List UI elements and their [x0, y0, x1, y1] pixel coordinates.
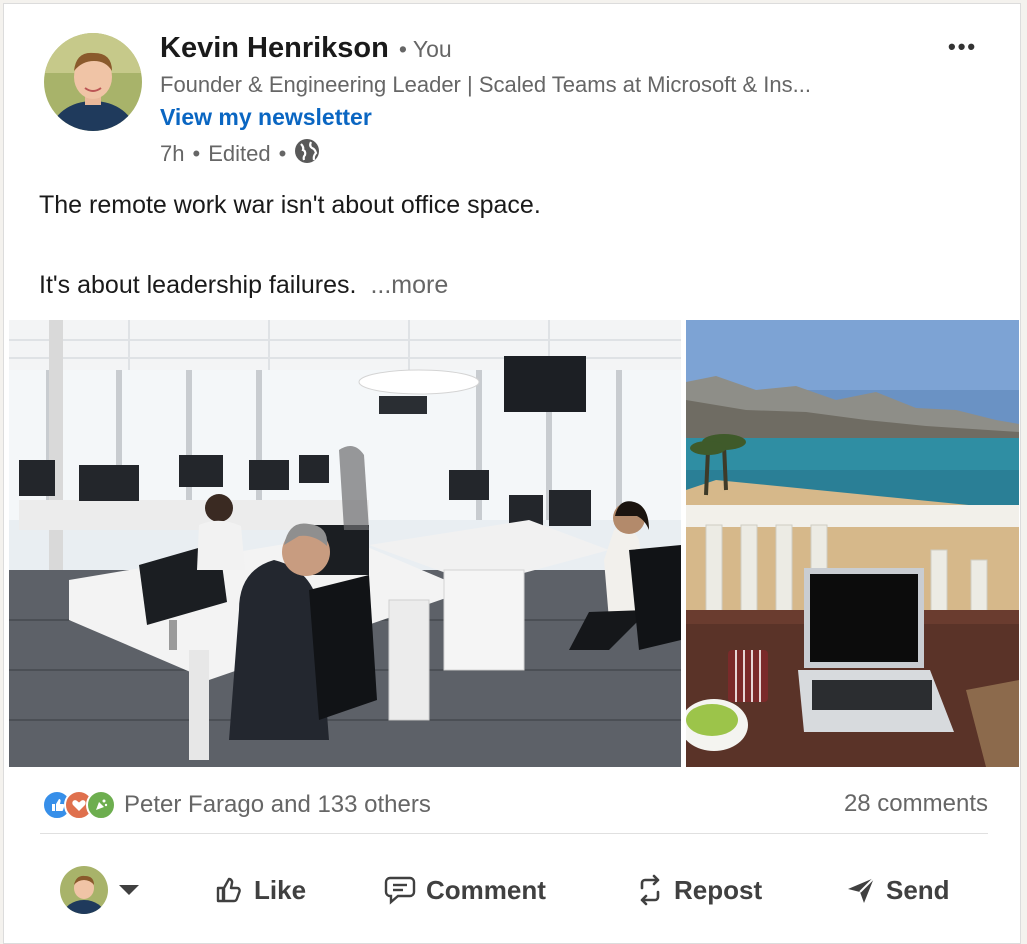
action-bar: Like Comment Repost Send — [4, 860, 1020, 920]
send-icon — [846, 875, 876, 905]
author-headline: Founder & Engineering Leader | Scaled Te… — [160, 72, 811, 97]
post-card: Kevin Henrikson • You Founder & Engineer… — [3, 3, 1021, 944]
globe-icon — [294, 138, 320, 170]
send-button[interactable]: Send — [846, 860, 950, 920]
comments-count[interactable]: 28 comments — [844, 790, 988, 818]
reactions-summary[interactable]: Peter Farago and 133 others — [42, 790, 431, 820]
divider — [40, 833, 988, 834]
actor-avatar — [60, 866, 108, 914]
send-label: Send — [886, 874, 950, 905]
post-text-line-2-body: It's about leadership failures. — [39, 271, 357, 299]
comment-icon — [384, 875, 416, 905]
repost-label: Repost — [674, 874, 763, 905]
repost-icon — [636, 874, 664, 906]
comment-label: Comment — [426, 874, 546, 905]
repost-button[interactable]: Repost — [636, 860, 762, 920]
meta-separator: • — [278, 141, 287, 166]
like-label: Like — [254, 874, 307, 905]
see-more-link[interactable]: ...more — [370, 271, 448, 299]
chevron-down-icon — [118, 884, 140, 896]
beach-balcony-photo[interactable] — [686, 320, 1019, 767]
edited-label: Edited — [208, 141, 271, 166]
you-badge: • You — [398, 36, 452, 62]
post-text-line-2: It's about leadership failures. ...more — [39, 271, 448, 300]
author-avatar[interactable] — [44, 33, 142, 131]
post-meta: 7h • Edited • — [160, 138, 320, 170]
like-icon — [214, 875, 244, 905]
comment-button[interactable]: Comment — [384, 860, 546, 920]
post-time: 7h — [160, 141, 185, 166]
more-options-icon[interactable]: ••• — [948, 34, 977, 60]
reactions-text[interactable]: Peter Farago and 133 others — [124, 791, 431, 819]
celebrate-reaction-icon — [86, 790, 116, 820]
post-text-line-1: The remote work war isn't about office s… — [39, 191, 541, 219]
like-button[interactable]: Like — [214, 860, 306, 920]
office-photo[interactable] — [9, 320, 681, 767]
newsletter-link[interactable]: View my newsletter — [160, 104, 372, 131]
meta-separator: • — [192, 141, 201, 166]
author-name[interactable]: Kevin Henrikson — [160, 32, 389, 65]
actor-switcher[interactable] — [60, 860, 140, 920]
